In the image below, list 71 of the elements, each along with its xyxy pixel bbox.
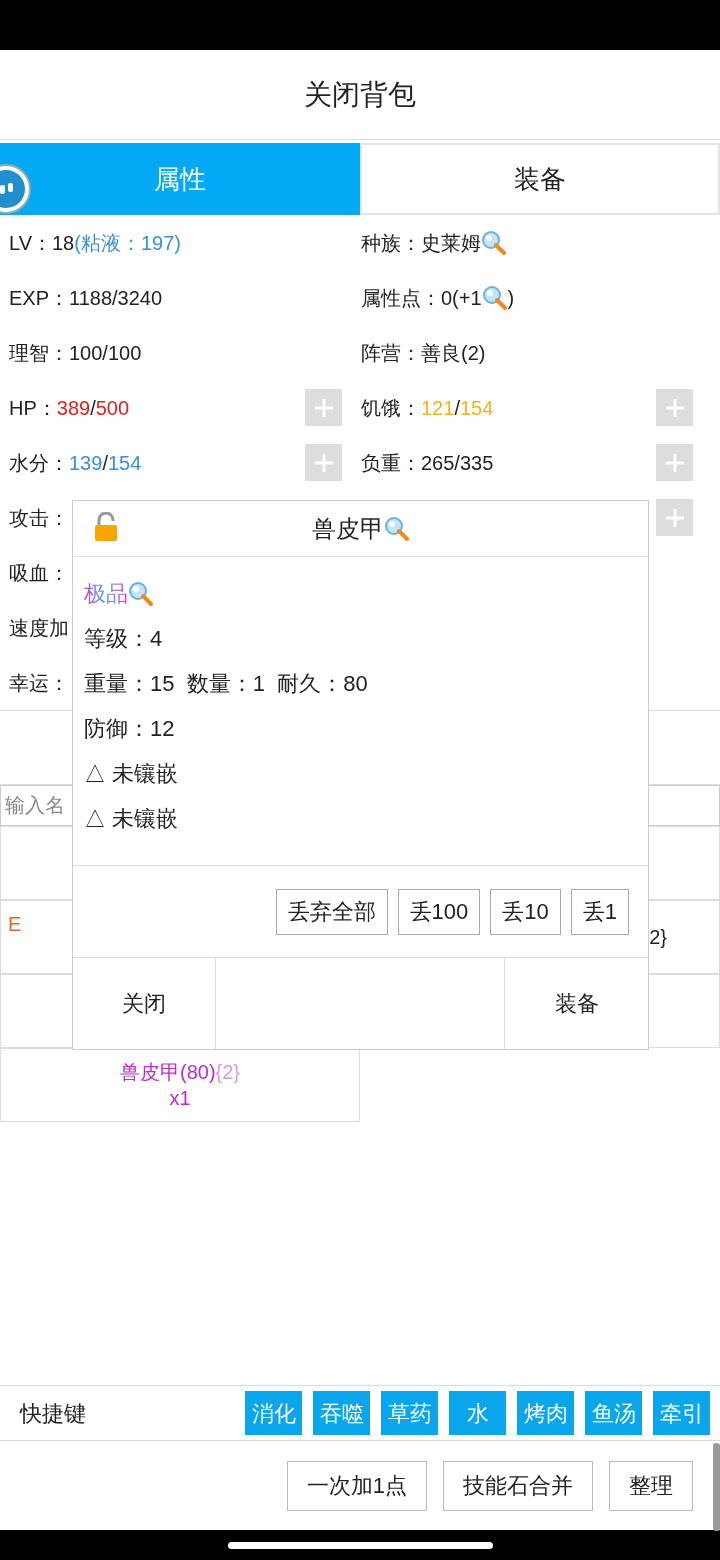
stat-label: 负重： [361, 450, 421, 476]
stat-value: 154 [107, 450, 142, 476]
stat-value: 善良(2) [421, 340, 486, 366]
socket-line: △ 未镶嵌 [84, 760, 179, 788]
stat-label: 攻击： [9, 505, 69, 531]
popup-title: 兽皮甲 [311, 513, 384, 544]
stat-label: 阵营： [361, 340, 421, 366]
scrollbar[interactable] [713, 1443, 720, 1531]
stat-value: 100/100 [69, 340, 142, 366]
stat-value: 139 [69, 450, 103, 476]
stat-label: 水分： [9, 450, 69, 476]
action-button[interactable]: 一次加1点 [286, 1460, 427, 1511]
detail-line: 防御：12 [84, 715, 175, 743]
tab[interactable]: 装备 [360, 143, 720, 215]
drop-button[interactable]: 丢1 [570, 888, 629, 935]
item-count: x1 [169, 1086, 191, 1111]
plus-button[interactable] [656, 389, 693, 426]
stat-label: 种族： [361, 230, 421, 256]
stat-value: ) [507, 285, 515, 311]
plus-icon [664, 452, 685, 473]
stat-label: HP： [9, 395, 57, 421]
stat-value: (粘液：197) [74, 230, 181, 256]
plus-icon [313, 452, 334, 473]
home-indicator[interactable] [227, 1541, 493, 1549]
stat-value: 154 [459, 395, 494, 421]
stat-value: / [454, 395, 460, 421]
plus-icon [664, 397, 685, 418]
stat-value: 0(+1 [441, 285, 482, 311]
stat-value: / [90, 395, 96, 421]
open-padlock-icon[interactable] [93, 512, 119, 542]
stat-label: 吸血： [9, 560, 69, 586]
close-button[interactable]: 关闭 [73, 958, 216, 1049]
detail-line: 重量：15 数量：1 耐久：80 [84, 670, 368, 698]
plus-icon [664, 507, 685, 528]
detail-line: 等级：4 [84, 625, 163, 653]
stat-label: EXP： [9, 285, 70, 311]
stat-label: 幸运： [9, 670, 69, 696]
action-button[interactable]: 技能石合并 [443, 1460, 593, 1511]
stat-value: / [102, 450, 108, 476]
plus-button[interactable] [656, 444, 693, 481]
stat-label: 理智： [9, 340, 69, 366]
stat-label: 饥饿： [361, 395, 421, 421]
stat-label: 属性点： [361, 285, 441, 311]
socket-line: △ 未镶嵌 [84, 805, 179, 833]
item-name: 兽皮甲(80){2} [119, 1060, 241, 1085]
item-label: 2} [649, 925, 667, 950]
magnifier-icon [383, 515, 410, 542]
item-label: E [8, 912, 22, 937]
stat-value: 史莱姆 [421, 230, 481, 256]
magnifier-icon [481, 284, 508, 311]
stat-value: 121 [421, 395, 455, 421]
plus-icon [313, 397, 334, 418]
action-button[interactable]: 整理 [609, 1460, 693, 1511]
magnifier-icon [481, 229, 507, 256]
equip-button[interactable]: 装备 [505, 958, 648, 1049]
drop-button[interactable]: 丢100 [397, 888, 481, 935]
stat-value: 265/335 [421, 450, 494, 476]
plus-button[interactable] [305, 444, 342, 481]
stat-label: 速度加 [9, 615, 69, 641]
drop-button[interactable]: 丢10 [490, 888, 561, 935]
magnifier-icon [128, 580, 154, 607]
drop-button[interactable]: 丢弃全部 [275, 888, 388, 935]
stat-label: LV： [9, 230, 52, 256]
page-title[interactable]: 关闭背包 [304, 73, 416, 116]
plus-button[interactable] [656, 499, 693, 536]
stat-value: 1188/3240 [69, 285, 163, 311]
stat-value: 389 [56, 395, 91, 421]
plus-button[interactable] [305, 389, 342, 426]
quick-keys-label: 快捷键 [20, 1399, 86, 1428]
stat-value: 18 [52, 230, 75, 256]
stat-value: 500 [95, 395, 130, 421]
